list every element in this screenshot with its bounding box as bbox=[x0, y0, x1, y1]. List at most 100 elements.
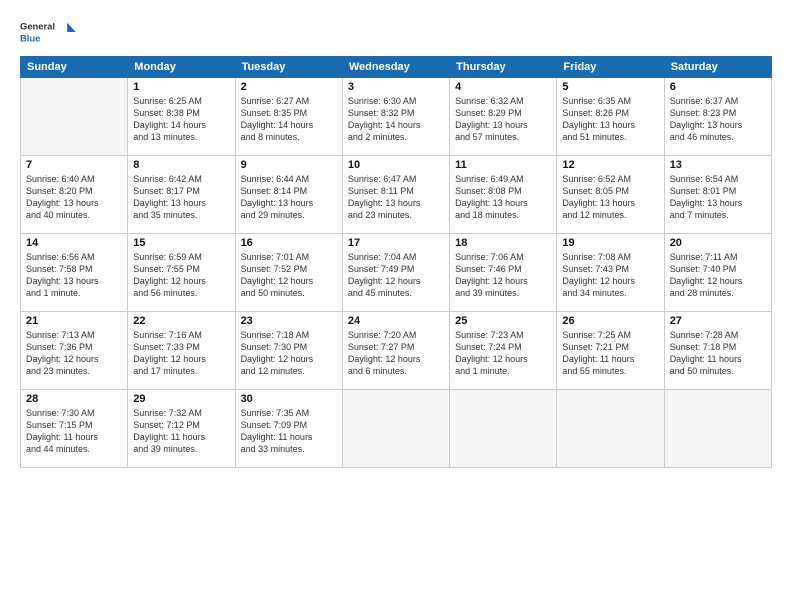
day-number: 26 bbox=[562, 315, 658, 327]
day-number: 7 bbox=[26, 159, 122, 171]
dow-header-sunday: Sunday bbox=[21, 57, 128, 78]
calendar-cell: 10 Sunrise: 6:47 AMSunset: 8:11 PMDayligh… bbox=[342, 156, 449, 234]
calendar-cell: 18 Sunrise: 7:06 AMSunset: 7:46 PMDayligh… bbox=[450, 234, 557, 312]
day-number: 29 bbox=[133, 393, 229, 405]
calendar-cell: 21 Sunrise: 7:13 AMSunset: 7:36 PMDayligh… bbox=[21, 312, 128, 390]
day-info: Sunrise: 6:54 AMSunset: 8:01 PMDaylight:… bbox=[670, 173, 766, 222]
day-number: 21 bbox=[26, 315, 122, 327]
calendar-cell: 8 Sunrise: 6:42 AMSunset: 8:17 PMDaylight… bbox=[128, 156, 235, 234]
day-info: Sunrise: 6:37 AMSunset: 8:23 PMDaylight:… bbox=[670, 95, 766, 144]
calendar-cell: 15 Sunrise: 6:59 AMSunset: 7:55 PMDayligh… bbox=[128, 234, 235, 312]
calendar-cell: 16 Sunrise: 7:01 AMSunset: 7:52 PMDayligh… bbox=[235, 234, 342, 312]
day-number: 8 bbox=[133, 159, 229, 171]
calendar-cell: 9Sunrise: 6:44 AMSunset: 8:14 PMDaylight… bbox=[235, 156, 342, 234]
day-number: 3 bbox=[348, 81, 444, 93]
day-info: Sunrise: 7:30 AMSunset: 7:15 PMDaylight:… bbox=[26, 407, 122, 456]
day-info: Sunrise: 6:35 AMSunset: 8:26 PMDaylight:… bbox=[562, 95, 658, 144]
logo-svg: General Blue bbox=[20, 16, 80, 48]
day-info: Sunrise: 6:49 AMSunset: 8:08 PMDaylight:… bbox=[455, 173, 551, 222]
day-number: 2 bbox=[241, 81, 337, 93]
day-number: 11 bbox=[455, 159, 551, 171]
day-info: Sunrise: 7:18 AMSunset: 7:30 PMDaylight:… bbox=[241, 329, 337, 378]
day-number: 12 bbox=[562, 159, 658, 171]
day-number: 27 bbox=[670, 315, 766, 327]
calendar-cell: 20 Sunrise: 7:11 AMSunset: 7:40 PMDayligh… bbox=[664, 234, 771, 312]
dow-header-saturday: Saturday bbox=[664, 57, 771, 78]
day-number: 22 bbox=[133, 315, 229, 327]
calendar-cell: 26 Sunrise: 7:25 AMSunset: 7:21 PMDayligh… bbox=[557, 312, 664, 390]
calendar-cell: 14Sunrise: 6:56 AMSunset: 7:58 PMDayligh… bbox=[21, 234, 128, 312]
day-number: 18 bbox=[455, 237, 551, 249]
calendar-cell bbox=[450, 390, 557, 468]
day-number: 20 bbox=[670, 237, 766, 249]
day-number: 10 bbox=[348, 159, 444, 171]
calendar-cell: 24 Sunrise: 7:20 AMSunset: 7:27 PMDayligh… bbox=[342, 312, 449, 390]
day-number: 25 bbox=[455, 315, 551, 327]
day-info: Sunrise: 6:30 AMSunset: 8:32 PMDaylight:… bbox=[348, 95, 444, 144]
logo: General Blue bbox=[20, 16, 80, 48]
day-number: 30 bbox=[241, 393, 337, 405]
calendar-cell bbox=[342, 390, 449, 468]
calendar-week-1: 1 Sunrise: 6:25 AMSunset: 8:38 PMDaylight… bbox=[21, 78, 772, 156]
day-info: Sunrise: 6:56 AMSunset: 7:58 PMDaylight:… bbox=[26, 251, 122, 300]
page-header: General Blue bbox=[20, 16, 772, 48]
calendar-cell bbox=[21, 78, 128, 156]
calendar-cell: 2 Sunrise: 6:27 AMSunset: 8:35 PMDaylight… bbox=[235, 78, 342, 156]
calendar-cell: 27 Sunrise: 7:28 AMSunset: 7:18 PMDayligh… bbox=[664, 312, 771, 390]
dow-header-thursday: Thursday bbox=[450, 57, 557, 78]
calendar-cell: 13Sunrise: 6:54 AMSunset: 8:01 PMDayligh… bbox=[664, 156, 771, 234]
calendar-cell: 25 Sunrise: 7:23 AMSunset: 7:24 PMDayligh… bbox=[450, 312, 557, 390]
svg-text:General: General bbox=[20, 20, 55, 31]
calendar-cell: 19Sunrise: 7:08 AMSunset: 7:43 PMDayligh… bbox=[557, 234, 664, 312]
day-info: Sunrise: 7:25 AMSunset: 7:21 PMDaylight:… bbox=[562, 329, 658, 378]
day-info: Sunrise: 7:35 AMSunset: 7:09 PMDaylight:… bbox=[241, 407, 337, 456]
dow-header-tuesday: Tuesday bbox=[235, 57, 342, 78]
calendar-cell bbox=[557, 390, 664, 468]
calendar-cell: 23Sunrise: 7:18 AMSunset: 7:30 PMDayligh… bbox=[235, 312, 342, 390]
day-number: 28 bbox=[26, 393, 122, 405]
calendar-cell: 5 Sunrise: 6:35 AMSunset: 8:26 PMDaylight… bbox=[557, 78, 664, 156]
svg-text:Blue: Blue bbox=[20, 32, 40, 43]
day-info: Sunrise: 7:04 AMSunset: 7:49 PMDaylight:… bbox=[348, 251, 444, 300]
day-info: Sunrise: 6:47 AMSunset: 8:11 PMDaylight:… bbox=[348, 173, 444, 222]
calendar-cell: 7 Sunrise: 6:40 AMSunset: 8:20 PMDaylight… bbox=[21, 156, 128, 234]
day-info: Sunrise: 6:27 AMSunset: 8:35 PMDaylight:… bbox=[241, 95, 337, 144]
calendar-cell: 17Sunrise: 7:04 AMSunset: 7:49 PMDayligh… bbox=[342, 234, 449, 312]
dow-header-friday: Friday bbox=[557, 57, 664, 78]
day-info: Sunrise: 7:01 AMSunset: 7:52 PMDaylight:… bbox=[241, 251, 337, 300]
calendar-cell: 30 Sunrise: 7:35 AMSunset: 7:09 PMDayligh… bbox=[235, 390, 342, 468]
dow-header-wednesday: Wednesday bbox=[342, 57, 449, 78]
day-number: 16 bbox=[241, 237, 337, 249]
day-number: 9 bbox=[241, 159, 337, 171]
day-info: Sunrise: 6:40 AMSunset: 8:20 PMDaylight:… bbox=[26, 173, 122, 222]
day-info: Sunrise: 7:20 AMSunset: 7:27 PMDaylight:… bbox=[348, 329, 444, 378]
day-number: 24 bbox=[348, 315, 444, 327]
day-number: 5 bbox=[562, 81, 658, 93]
calendar-cell: 28 Sunrise: 7:30 AMSunset: 7:15 PMDayligh… bbox=[21, 390, 128, 468]
calendar-week-5: 28 Sunrise: 7:30 AMSunset: 7:15 PMDayligh… bbox=[21, 390, 772, 468]
day-number: 1 bbox=[133, 81, 229, 93]
day-info: Sunrise: 6:42 AMSunset: 8:17 PMDaylight:… bbox=[133, 173, 229, 222]
calendar-cell: 29 Sunrise: 7:32 AMSunset: 7:12 PMDayligh… bbox=[128, 390, 235, 468]
day-info: Sunrise: 7:11 AMSunset: 7:40 PMDaylight:… bbox=[670, 251, 766, 300]
calendar-cell: 3 Sunrise: 6:30 AMSunset: 8:32 PMDaylight… bbox=[342, 78, 449, 156]
day-info: Sunrise: 7:32 AMSunset: 7:12 PMDaylight:… bbox=[133, 407, 229, 456]
day-info: Sunrise: 7:23 AMSunset: 7:24 PMDaylight:… bbox=[455, 329, 551, 378]
calendar-cell: 4Sunrise: 6:32 AMSunset: 8:29 PMDaylight… bbox=[450, 78, 557, 156]
day-number: 6 bbox=[670, 81, 766, 93]
day-info: Sunrise: 7:28 AMSunset: 7:18 PMDaylight:… bbox=[670, 329, 766, 378]
day-info: Sunrise: 6:25 AMSunset: 8:38 PMDaylight:… bbox=[133, 95, 229, 144]
calendar-week-4: 21 Sunrise: 7:13 AMSunset: 7:36 PMDayligh… bbox=[21, 312, 772, 390]
calendar-cell bbox=[664, 390, 771, 468]
calendar-cell: 1 Sunrise: 6:25 AMSunset: 8:38 PMDaylight… bbox=[128, 78, 235, 156]
day-info: Sunrise: 6:32 AMSunset: 8:29 PMDaylight:… bbox=[455, 95, 551, 144]
day-info: Sunrise: 7:13 AMSunset: 7:36 PMDaylight:… bbox=[26, 329, 122, 378]
calendar-cell: 12 Sunrise: 6:52 AMSunset: 8:05 PMDayligh… bbox=[557, 156, 664, 234]
day-info: Sunrise: 7:06 AMSunset: 7:46 PMDaylight:… bbox=[455, 251, 551, 300]
day-number: 15 bbox=[133, 237, 229, 249]
calendar-week-3: 14Sunrise: 6:56 AMSunset: 7:58 PMDayligh… bbox=[21, 234, 772, 312]
day-info: Sunrise: 6:59 AMSunset: 7:55 PMDaylight:… bbox=[133, 251, 229, 300]
day-info: Sunrise: 7:16 AMSunset: 7:33 PMDaylight:… bbox=[133, 329, 229, 378]
day-info: Sunrise: 7:08 AMSunset: 7:43 PMDaylight:… bbox=[562, 251, 658, 300]
day-info: Sunrise: 6:52 AMSunset: 8:05 PMDaylight:… bbox=[562, 173, 658, 222]
